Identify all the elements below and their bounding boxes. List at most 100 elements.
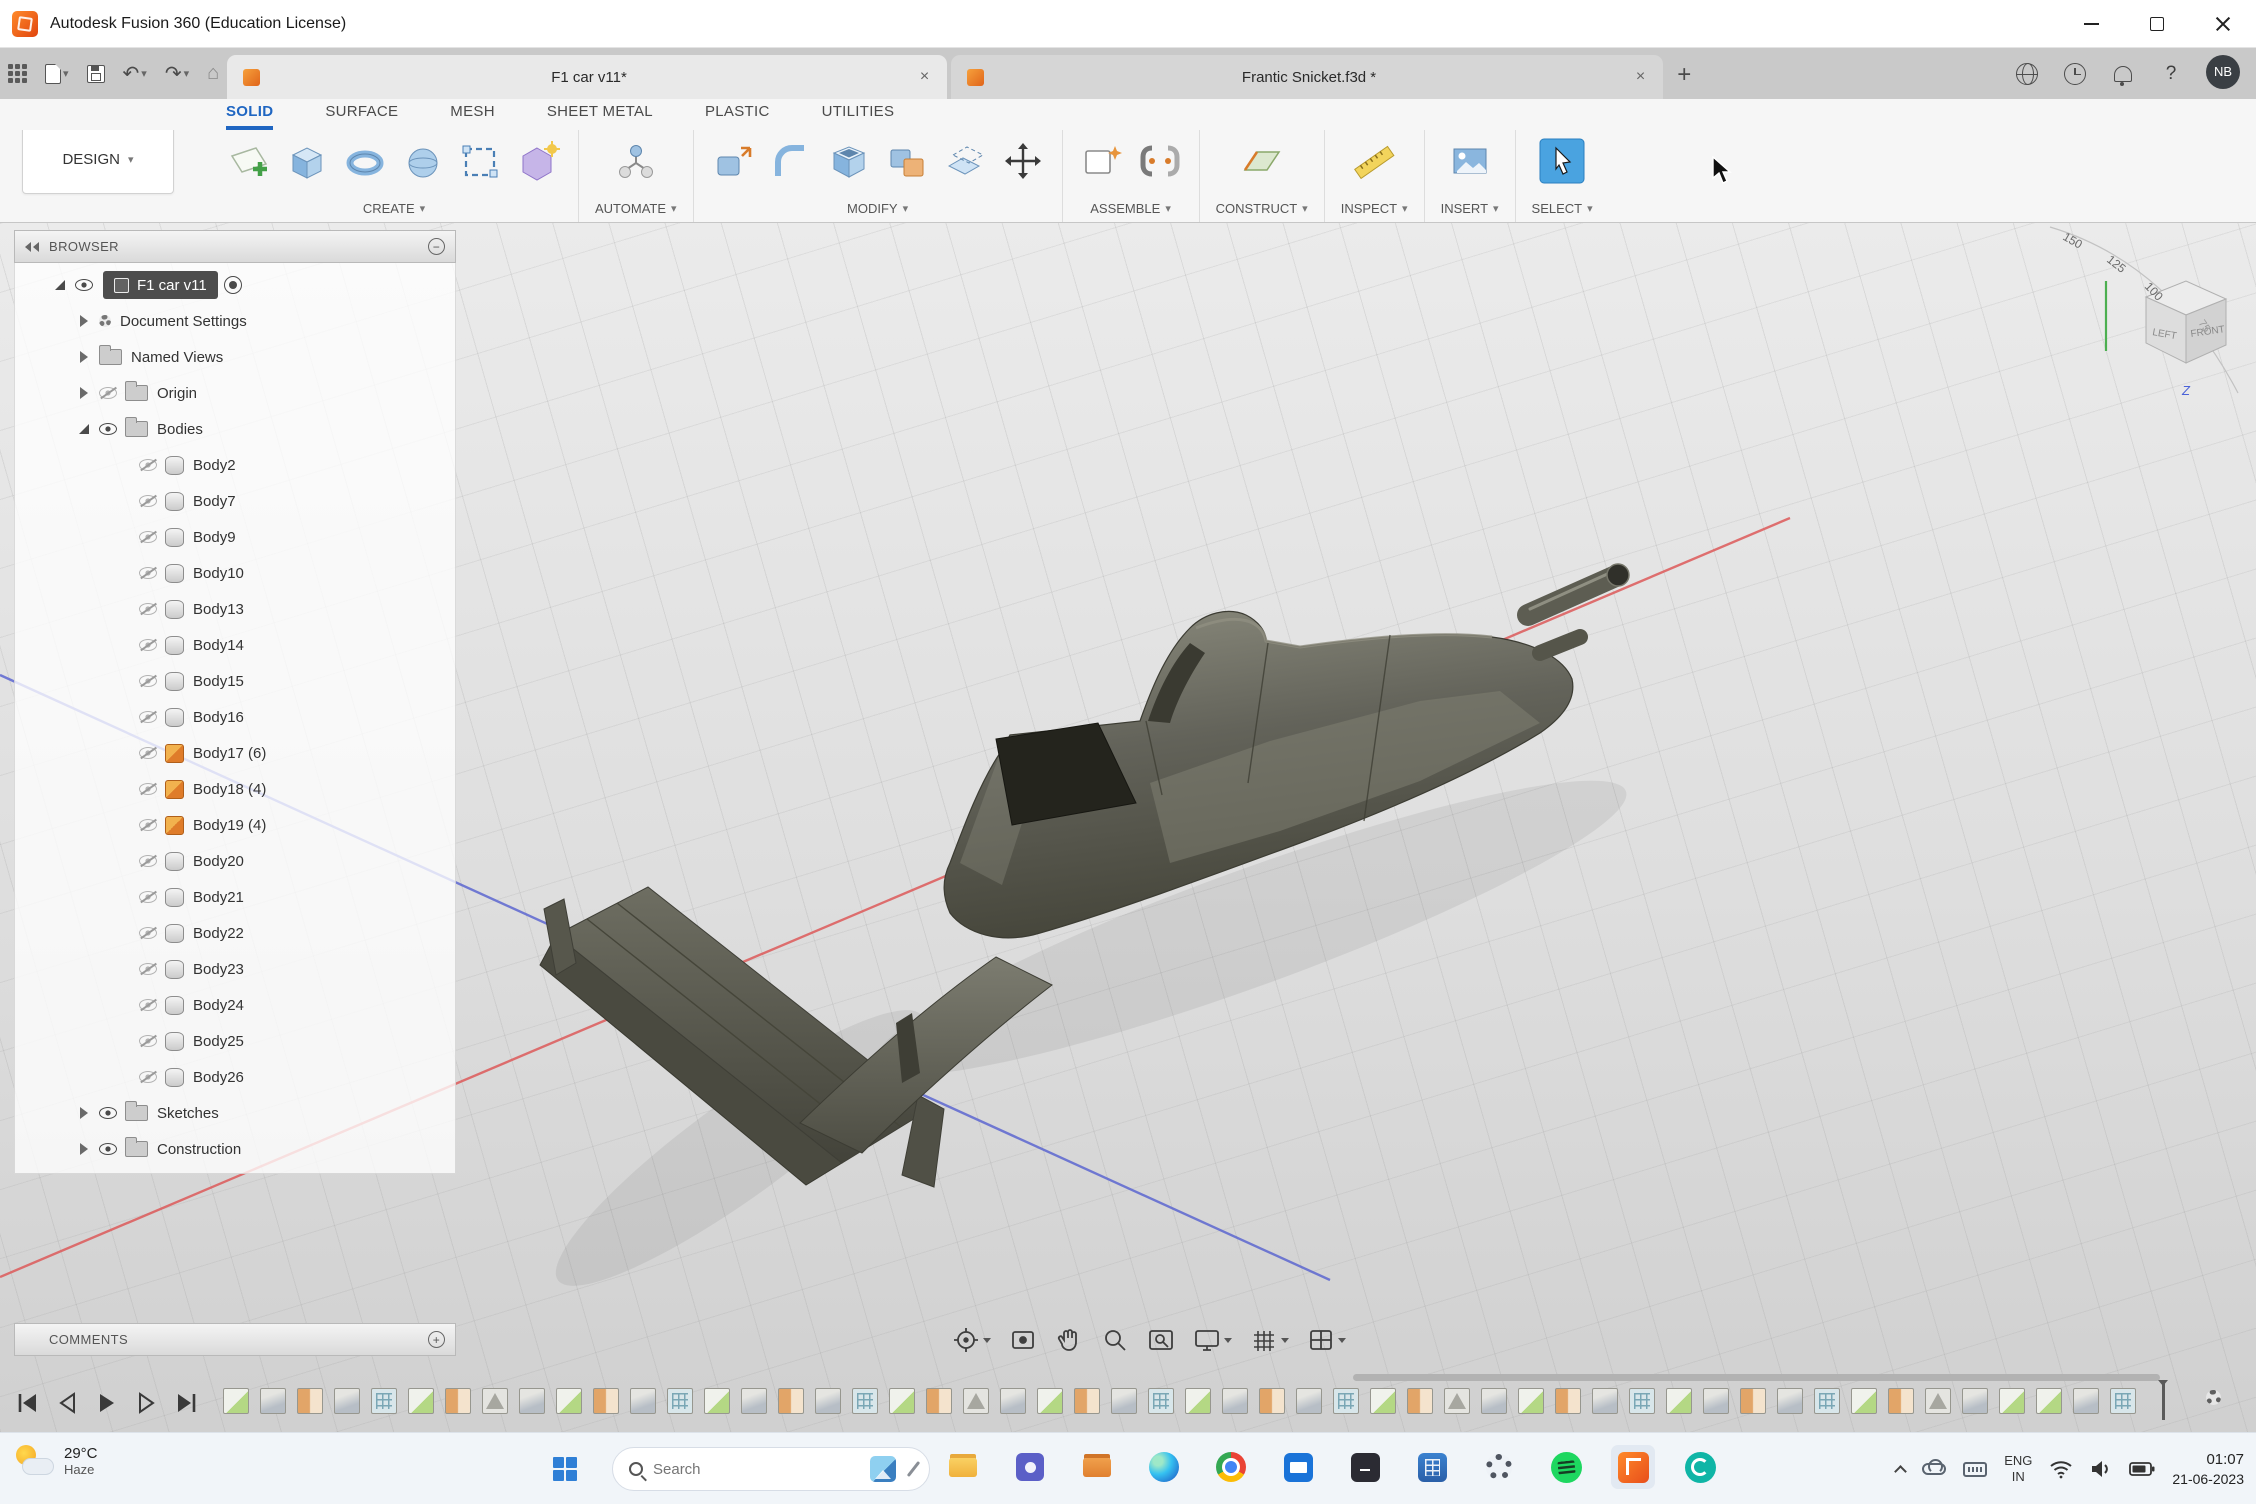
timeline-feature-icon[interactable] (593, 1388, 619, 1414)
timeline-feature-icon[interactable] (223, 1388, 249, 1414)
clock-widget[interactable]: 01:07 21-06-2023 (2172, 1450, 2244, 1488)
timeline-feature-icon[interactable] (1703, 1388, 1729, 1414)
timeline-feature-icon[interactable] (963, 1388, 989, 1414)
timeline-feature-icon[interactable] (1370, 1388, 1396, 1414)
add-comment-icon[interactable]: + (428, 1331, 445, 1348)
visibility-eye-icon[interactable] (135, 922, 161, 944)
viewports-button[interactable] (1307, 1326, 1346, 1354)
document-tab-frantic-snicket[interactable]: Frantic Snicket.f3d * × (951, 55, 1663, 99)
tree-row[interactable]: Body26 (15, 1059, 455, 1095)
timeline-feature-icon[interactable] (1222, 1388, 1248, 1414)
visibility-eye-icon[interactable] (135, 706, 161, 728)
tree-row[interactable]: Body20 (15, 843, 455, 879)
select-group-label[interactable]: SELECT▾ (1532, 201, 1593, 216)
mail-icon[interactable] (1276, 1445, 1320, 1489)
visibility-eye-icon[interactable] (95, 382, 121, 404)
close-tab-icon[interactable]: × (1634, 68, 1647, 86)
visibility-eye-icon[interactable] (71, 274, 97, 296)
battery-icon[interactable] (2129, 1462, 2155, 1476)
caret-icon[interactable] (73, 387, 95, 399)
caret-icon[interactable] (73, 1107, 95, 1119)
timeline-feature-icon[interactable] (852, 1388, 878, 1414)
fusion-360-icon[interactable] (1611, 1445, 1655, 1489)
skip-to-start-button[interactable] (14, 1390, 40, 1416)
visibility-eye-icon[interactable] (135, 598, 161, 620)
timeline-feature-icon[interactable] (519, 1388, 545, 1414)
caret-icon[interactable] (73, 1143, 95, 1155)
tree-row[interactable]: Body22 (15, 915, 455, 951)
camtasia-icon[interactable] (1678, 1445, 1722, 1489)
timeline-feature-icon[interactable] (889, 1388, 915, 1414)
measure-icon[interactable] (1351, 138, 1397, 184)
timeline-feature-icon[interactable] (408, 1388, 434, 1414)
timeline-feature-icon[interactable] (556, 1388, 582, 1414)
tree-row[interactable]: Named Views (15, 339, 455, 375)
timeline-feature-icon[interactable] (1481, 1388, 1507, 1414)
tree-row-root[interactable]: F1 car v11 (15, 267, 455, 303)
save-button[interactable] (87, 65, 105, 83)
tree-row[interactable]: Body23 (15, 951, 455, 987)
touch-keyboard-icon[interactable] (1963, 1462, 1987, 1477)
timeline-feature-icon[interactable] (1740, 1388, 1766, 1414)
ribbon-tab[interactable]: SHEET METAL (547, 103, 653, 130)
automate-icon[interactable] (613, 138, 659, 184)
tree-row[interactable]: Body13 (15, 591, 455, 627)
tree-row[interactable]: Body14 (15, 627, 455, 663)
wifi-icon[interactable] (2049, 1459, 2073, 1479)
timeline-feature-icon[interactable] (1925, 1388, 1951, 1414)
timeline-feature-icon[interactable] (334, 1388, 360, 1414)
timeline-feature-icon[interactable] (297, 1388, 323, 1414)
timeline-feature-icon[interactable] (1592, 1388, 1618, 1414)
timeline-settings-gear-icon[interactable] (2206, 1390, 2221, 1405)
automate-group-label[interactable]: AUTOMATE▾ (595, 201, 677, 216)
visibility-eye-icon[interactable] (95, 418, 121, 440)
volume-icon[interactable] (2090, 1459, 2112, 1479)
root-document-node[interactable]: F1 car v11 (103, 271, 218, 299)
timeline-feature-icon[interactable] (1444, 1388, 1470, 1414)
assemble-group-label[interactable]: ASSEMBLE▾ (1090, 201, 1171, 216)
tree-row[interactable]: Document Settings (15, 303, 455, 339)
visibility-eye-icon[interactable] (135, 634, 161, 656)
timeline-feature-icon[interactable] (778, 1388, 804, 1414)
timeline-feature-icon[interactable] (1259, 1388, 1285, 1414)
visibility-eye-icon[interactable] (135, 742, 161, 764)
timeline-feature-icon[interactable] (482, 1388, 508, 1414)
maximize-button[interactable] (2124, 0, 2190, 47)
revolve-icon[interactable] (342, 138, 388, 184)
timeline-scrollbar[interactable] (1353, 1374, 2160, 1381)
redo-button[interactable]: ↷▾ (165, 61, 189, 86)
activate-component-radio[interactable] (224, 276, 242, 294)
file-menu-button[interactable]: ▾ (45, 64, 69, 84)
timeline-feature-icon[interactable] (1333, 1388, 1359, 1414)
tree-row[interactable]: Body19 (4) (15, 807, 455, 843)
visibility-eye-icon[interactable] (135, 886, 161, 908)
create-group-label[interactable]: CREATE▾ (363, 201, 425, 216)
tree-row[interactable]: Origin (15, 375, 455, 411)
offset-face-icon[interactable] (942, 138, 988, 184)
undo-button[interactable]: ↶▾ (123, 61, 147, 86)
select-tool-icon[interactable] (1539, 138, 1585, 184)
taskbar-search[interactable] (612, 1447, 930, 1491)
caret-icon[interactable] (73, 315, 95, 327)
step-back-button[interactable] (54, 1390, 80, 1416)
tree-row[interactable]: Construction (15, 1131, 455, 1167)
visibility-eye-icon[interactable] (135, 670, 161, 692)
visibility-eye-icon[interactable] (95, 1102, 121, 1124)
timeline-feature-icon[interactable] (2036, 1388, 2062, 1414)
timeline-feature-icon[interactable] (1518, 1388, 1544, 1414)
ribbon-tab[interactable]: UTILITIES (822, 103, 895, 130)
search-input[interactable] (653, 1461, 860, 1478)
visibility-eye-icon[interactable] (135, 1030, 161, 1052)
new-document-button[interactable]: + (1677, 61, 1691, 89)
visibility-eye-icon[interactable] (135, 454, 161, 476)
timeline-feature-icon[interactable] (741, 1388, 767, 1414)
onedrive-cloud-icon[interactable] (1922, 1463, 1946, 1475)
timeline-feature-icon[interactable] (704, 1388, 730, 1414)
insert-group-label[interactable]: INSERT▾ (1441, 201, 1499, 216)
shell-icon[interactable] (826, 138, 872, 184)
zoom-button[interactable] (1101, 1326, 1129, 1354)
workspace-selector[interactable]: DESIGN ▾ (22, 124, 174, 194)
visibility-eye-icon[interactable] (135, 814, 161, 836)
pattern-icon[interactable] (458, 138, 504, 184)
play-button[interactable] (94, 1390, 120, 1416)
